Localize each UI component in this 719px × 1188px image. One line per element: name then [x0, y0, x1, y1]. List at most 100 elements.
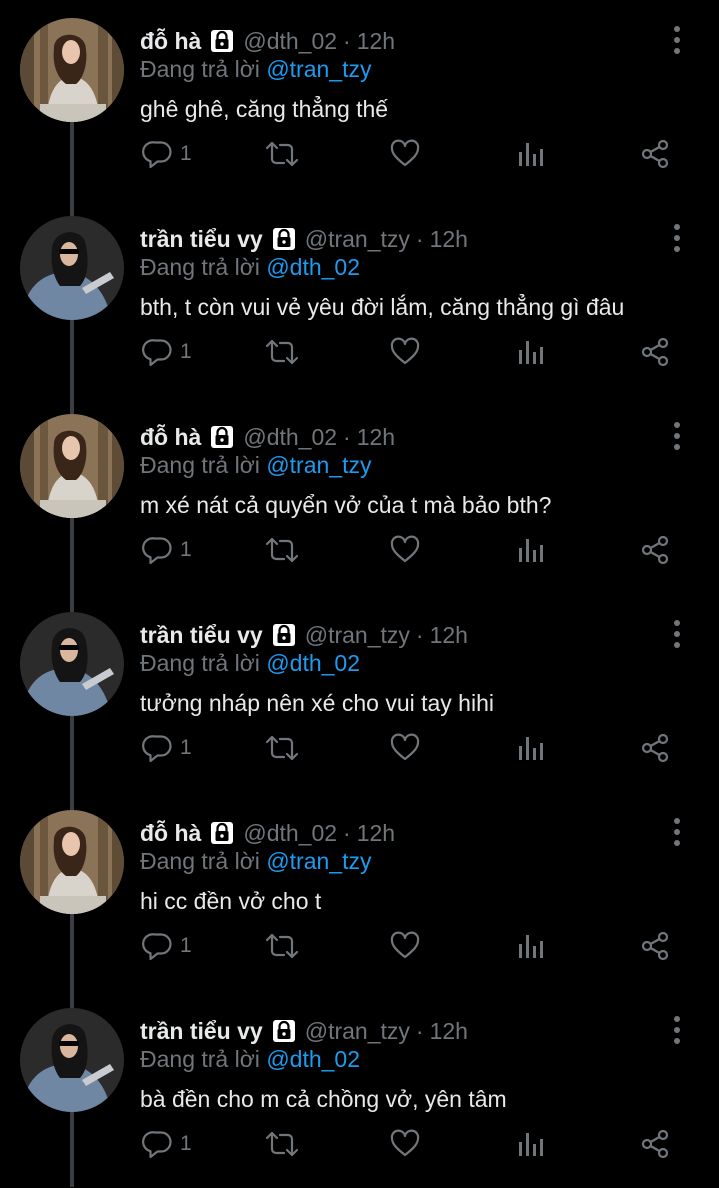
- display-name[interactable]: đỗ hà: [140, 424, 201, 451]
- share-icon: [639, 930, 671, 962]
- reply-count: 1: [180, 142, 192, 165]
- username[interactable]: @tran_tzy: [305, 622, 410, 649]
- more-vertical-icon[interactable]: [667, 620, 687, 648]
- retweet-icon: [264, 930, 300, 962]
- mention-link[interactable]: @tran_tzy: [266, 848, 371, 874]
- tweet-header: trần tiểu vy @tran_tzy · 12h: [140, 222, 468, 256]
- separator-dot: ·: [343, 27, 351, 54]
- mention-link[interactable]: @tran_tzy: [266, 452, 371, 478]
- share-icon: [639, 1128, 671, 1160]
- replying-to: Đang trả lời @tran_tzy: [140, 56, 371, 83]
- lock-icon: [271, 1018, 297, 1044]
- more-vertical-icon[interactable]: [667, 26, 687, 54]
- retweet-button[interactable]: [264, 132, 300, 176]
- avatar[interactable]: [20, 216, 124, 320]
- reply-count: 1: [180, 538, 192, 561]
- replying-to-label: Đang trả lời: [140, 56, 260, 82]
- mention-link[interactable]: @dth_02: [266, 1046, 360, 1072]
- retweet-button[interactable]: [264, 924, 300, 968]
- reply-button[interactable]: 1: [142, 330, 192, 374]
- display-name[interactable]: trần tiểu vy: [140, 226, 263, 253]
- share-button[interactable]: [639, 924, 671, 968]
- mention-link[interactable]: @dth_02: [266, 254, 360, 280]
- share-icon: [639, 732, 671, 764]
- views-button[interactable]: [517, 726, 545, 770]
- timestamp[interactable]: 12h: [357, 28, 395, 55]
- more-vertical-icon[interactable]: [667, 422, 687, 450]
- like-button[interactable]: [389, 1122, 421, 1166]
- like-button[interactable]: [389, 330, 421, 374]
- share-button[interactable]: [639, 330, 671, 374]
- reply-button[interactable]: 1: [142, 726, 192, 770]
- replying-to-label: Đang trả lời: [140, 1046, 260, 1072]
- tweet[interactable]: trần tiểu vy @tran_tzy · 12h Đang trả lờ…: [0, 198, 719, 396]
- replying-to: Đang trả lời @dth_02: [140, 650, 360, 677]
- tweet[interactable]: trần tiểu vy @tran_tzy · 12h Đang trả lờ…: [0, 990, 719, 1188]
- username[interactable]: @tran_tzy: [305, 1018, 410, 1045]
- share-button[interactable]: [639, 528, 671, 572]
- avatar[interactable]: [20, 414, 124, 518]
- tweet[interactable]: đỗ hà @dth_02 · 12h Đang trả lời @tran_t…: [0, 792, 719, 990]
- mention-link[interactable]: @tran_tzy: [266, 56, 371, 82]
- reply-count: 1: [180, 1132, 192, 1155]
- tweet[interactable]: trần tiểu vy @tran_tzy · 12h Đang trả lờ…: [0, 594, 719, 792]
- avatar[interactable]: [20, 612, 124, 716]
- share-icon: [639, 138, 671, 170]
- retweet-button[interactable]: [264, 528, 300, 572]
- display-name[interactable]: trần tiểu vy: [140, 1018, 263, 1045]
- retweet-button[interactable]: [264, 1122, 300, 1166]
- reply-button[interactable]: 1: [142, 1122, 192, 1166]
- replying-to: Đang trả lời @tran_tzy: [140, 848, 371, 875]
- timestamp[interactable]: 12h: [357, 820, 395, 847]
- like-button[interactable]: [389, 924, 421, 968]
- retweet-button[interactable]: [264, 726, 300, 770]
- views-button[interactable]: [517, 528, 545, 572]
- tweet-actions: 1: [0, 726, 719, 770]
- timestamp[interactable]: 12h: [430, 622, 468, 649]
- username[interactable]: @dth_02: [243, 820, 337, 847]
- tweet[interactable]: đỗ hà @dth_02 · 12h Đang trả lời @tran_t…: [0, 0, 719, 198]
- more-vertical-icon[interactable]: [667, 818, 687, 846]
- like-button[interactable]: [389, 726, 421, 770]
- avatar[interactable]: [20, 18, 124, 122]
- tweet[interactable]: đỗ hà @dth_02 · 12h Đang trả lời @tran_t…: [0, 396, 719, 594]
- views-button[interactable]: [517, 330, 545, 374]
- like-button[interactable]: [389, 132, 421, 176]
- tweet-actions: 1: [0, 528, 719, 572]
- reply-button[interactable]: 1: [142, 528, 192, 572]
- share-button[interactable]: [639, 132, 671, 176]
- display-name[interactable]: trần tiểu vy: [140, 622, 263, 649]
- like-button[interactable]: [389, 528, 421, 572]
- separator-dot: ·: [343, 819, 351, 846]
- timestamp[interactable]: 12h: [357, 424, 395, 451]
- views-button[interactable]: [517, 1122, 545, 1166]
- more-vertical-icon[interactable]: [667, 224, 687, 252]
- display-name[interactable]: đỗ hà: [140, 820, 201, 847]
- views-button[interactable]: [517, 924, 545, 968]
- reply-count: 1: [180, 736, 192, 759]
- tweet-header: trần tiểu vy @tran_tzy · 12h: [140, 1014, 468, 1048]
- lock-icon: [209, 28, 235, 54]
- more-vertical-icon[interactable]: [667, 1016, 687, 1044]
- retweet-icon: [264, 534, 300, 566]
- retweet-button[interactable]: [264, 330, 300, 374]
- share-icon: [639, 534, 671, 566]
- timestamp[interactable]: 12h: [430, 226, 468, 253]
- replying-to: Đang trả lời @tran_tzy: [140, 452, 371, 479]
- username[interactable]: @dth_02: [243, 424, 337, 451]
- retweet-icon: [264, 138, 300, 170]
- mention-link[interactable]: @dth_02: [266, 650, 360, 676]
- username[interactable]: @dth_02: [243, 28, 337, 55]
- share-button[interactable]: [639, 1122, 671, 1166]
- timestamp[interactable]: 12h: [430, 1018, 468, 1045]
- heart-icon: [389, 1128, 421, 1160]
- avatar[interactable]: [20, 1008, 124, 1112]
- tweet-header: đỗ hà @dth_02 · 12h: [140, 816, 395, 850]
- avatar[interactable]: [20, 810, 124, 914]
- username[interactable]: @tran_tzy: [305, 226, 410, 253]
- views-button[interactable]: [517, 132, 545, 176]
- display-name[interactable]: đỗ hà: [140, 28, 201, 55]
- share-button[interactable]: [639, 726, 671, 770]
- reply-button[interactable]: 1: [142, 924, 192, 968]
- reply-button[interactable]: 1: [142, 132, 192, 176]
